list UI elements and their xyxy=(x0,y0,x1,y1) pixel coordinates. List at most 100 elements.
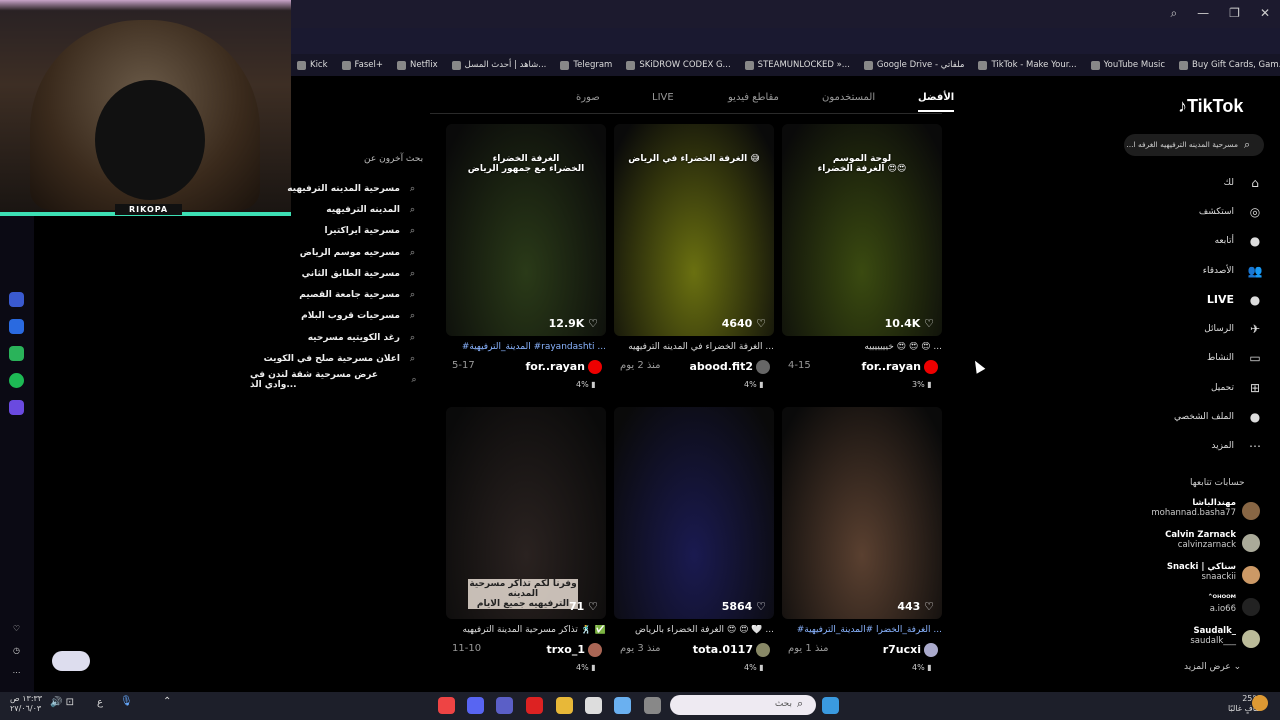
video-card[interactable]: الغرفة الخضراء في الرياض 😅 4640 ♡ الغرفة ا… xyxy=(614,124,774,389)
tray-icons[interactable]: 🔊 ⊡ xyxy=(50,697,74,708)
nav-item[interactable]: المزيد ⋯ xyxy=(1140,432,1264,461)
bookmark-item[interactable]: Netflix xyxy=(397,60,438,70)
video-date: 5-17 xyxy=(452,360,475,371)
video-author[interactable]: for..rayan xyxy=(526,360,602,374)
related-search-item[interactable]: رغد الكويتيه مسرحيه ⌕ xyxy=(250,327,420,348)
search-input[interactable]: مسرحية المدينه الترفيهيه الغرفه ا... xyxy=(1124,134,1264,156)
followed-account[interactable]: مهندالباشا mohannad.basha77 xyxy=(1120,498,1260,520)
file-explorer-icon[interactable] xyxy=(556,697,573,714)
video-author[interactable]: for..rayan xyxy=(862,360,938,374)
messenger-icon[interactable] xyxy=(9,319,24,334)
bookmark-item[interactable]: STEAMUNLOCKED »... xyxy=(744,60,850,70)
related-search-item[interactable]: المدينه الترفيهيه ⌕ xyxy=(250,199,420,220)
nav-item[interactable]: الرسائل ✈ xyxy=(1140,314,1264,343)
language-indicator[interactable]: ع xyxy=(97,697,103,708)
nav-item[interactable]: استكشف ◎ xyxy=(1140,197,1264,226)
related-search-item[interactable]: مسرحية المدينه الترفيهيه ⌕ xyxy=(250,178,420,199)
video-caption[interactable]: #المدينة_الترفيهية #rayandashti ... xyxy=(446,342,606,352)
whatsapp-icon[interactable] xyxy=(9,346,24,361)
task-view-icon[interactable] xyxy=(644,697,661,714)
bookmark-item[interactable]: Fasel+ xyxy=(341,60,383,70)
bookmark-item[interactable]: Buy Gift Cards, Gam... xyxy=(1179,60,1280,70)
related-search-item[interactable]: مسرحيه موسم الرياض ⌕ xyxy=(250,242,420,263)
bookmark-item[interactable]: شاهد | أحدث المسل... xyxy=(451,60,546,70)
tab-users[interactable]: المستخدمون xyxy=(822,92,875,103)
followed-account[interactable]: Saudalk_ saudalk___ xyxy=(1120,626,1260,648)
sidebar-tool-icon[interactable] xyxy=(9,400,24,415)
related-search-item[interactable]: اعلان مسرحية صلح في الكويت ⌕ xyxy=(250,348,420,369)
nav-item[interactable]: أتابعه ● xyxy=(1140,227,1264,256)
clock[interactable]: ١٣:٣٣ ص ٢٧/٠٦/٠٣ xyxy=(10,694,42,714)
account-handle: saudalk___ xyxy=(1190,636,1236,646)
bookmark-item[interactable]: TikTok - Make Your... xyxy=(978,60,1077,70)
video-caption[interactable]: الغرفة الخضراء بالرياض 😍 😍 🤍 ... xyxy=(614,625,774,635)
tab-top[interactable]: الأفضل xyxy=(918,92,955,112)
video-caption[interactable]: #الغرفة_الخضرا #المدينة_الترفيهية ... xyxy=(782,625,942,635)
related-search-item[interactable]: مسرحيات قروب البلام ⌕ xyxy=(250,306,420,327)
bookmark-item[interactable]: SKiDROW CODEX G... xyxy=(626,60,731,70)
mic-icon[interactable]: 🎙 xyxy=(120,696,133,707)
search-icon[interactable]: ⌕ xyxy=(1244,138,1250,152)
related-search-item[interactable]: مسرحية الطابق الثاني ⌕ xyxy=(250,263,420,284)
tiktok-logo[interactable]: ♪TikTok xyxy=(1178,96,1243,117)
video-thumbnail[interactable]: 443 ♡ xyxy=(782,407,942,619)
related-search-item[interactable]: عرض مسرحية شقة لندن في وادي الذ... ⌕ xyxy=(250,370,420,391)
tab-photos[interactable]: صورة xyxy=(576,92,600,103)
video-card[interactable]: الغرفة الخضراء الخضراء مع جمهور الرياض 12… xyxy=(446,124,606,389)
address-bar[interactable]: ⎆ ⊙ ▭ ▷ ♡ ♡ ⇩ ≡ ⚲ ⛨ ● ● ● ● ● ● ● ● ● ● … xyxy=(290,28,1280,74)
video-card[interactable]: 443 ♡ #الغرفة_الخضرا #المدينة_الترفيهية .… xyxy=(782,407,942,672)
related-search-item[interactable]: مسرحية جامعة القصيم ⌕ xyxy=(250,284,420,305)
video-caption[interactable]: الغرفة الخضراء في المدينه الترفيهيه ... xyxy=(614,342,774,352)
nav-item[interactable]: تحميل ⊞ xyxy=(1140,373,1264,402)
video-thumbnail[interactable]: الغرفة الخضراء الخضراء مع جمهور الرياض 12… xyxy=(446,124,606,336)
history-icon[interactable]: ◷ xyxy=(9,643,24,658)
see-more-link[interactable]: عرض المزيد ⌄ xyxy=(1184,662,1241,672)
bookmark-item[interactable]: Google Drive - ملفاتي xyxy=(863,60,964,70)
minimize-button[interactable]: — xyxy=(1197,6,1209,21)
video-thumbnail[interactable]: لوحة الموسم الغرفة الخضراء 😍😍 10.4K ♡ xyxy=(782,124,942,336)
nav-item[interactable]: النشاط ▭ xyxy=(1140,344,1264,373)
taskbar-search[interactable]: بحث xyxy=(670,695,816,715)
video-thumbnail[interactable]: 5864 ♡ xyxy=(614,407,774,619)
video-author[interactable]: abood.fit2 xyxy=(689,360,770,374)
video-card[interactable]: وفرنا لكم تذاكر مسرحية المدينه الترفيهيه… xyxy=(446,407,606,672)
close-button[interactable]: ✕ xyxy=(1260,6,1270,21)
more-icon[interactable]: ⋯ xyxy=(9,665,24,680)
followed-account[interactable]: Calvin Zarnack calvinzarnack xyxy=(1120,530,1260,552)
video-thumbnail[interactable]: الغرفة الخضراء في الرياض 😅 4640 ♡ xyxy=(614,124,774,336)
windows-start-icon[interactable] xyxy=(822,697,839,714)
tab-videos[interactable]: مقاطع فيديو xyxy=(728,92,779,103)
teams-icon[interactable] xyxy=(496,697,513,714)
discord-icon[interactable] xyxy=(467,697,484,714)
taskbar-app-icon[interactable] xyxy=(438,697,455,714)
video-card[interactable]: لوحة الموسم الغرفة الخضراء 😍😍 10.4K ♡ خييي… xyxy=(782,124,942,389)
tab-live[interactable]: LIVE xyxy=(652,92,674,103)
video-card[interactable]: 5864 ♡ الغرفة الخضراء بالرياض 😍 😍 🤍 ... من… xyxy=(614,407,774,672)
copilot-icon[interactable] xyxy=(614,697,631,714)
nav-item[interactable]: الملف الشخصي ● xyxy=(1140,402,1264,431)
opera-icon[interactable] xyxy=(526,697,543,714)
store-icon[interactable] xyxy=(585,697,602,714)
restore-button[interactable]: ❐ xyxy=(1229,6,1240,21)
video-author[interactable]: trxo_1 xyxy=(547,643,602,657)
nav-item[interactable]: الأصدقاء 👥 xyxy=(1140,256,1264,285)
followed-account[interactable]: Snacki | سناكي snaackii xyxy=(1120,562,1260,584)
bookmark-item[interactable]: Telegram xyxy=(560,60,612,70)
spotify-icon[interactable] xyxy=(9,373,24,388)
bookmark-item[interactable]: YouTube Music xyxy=(1090,60,1165,70)
video-caption[interactable]: خيييييييه 😍 😍 😍 ... xyxy=(782,342,942,352)
video-author[interactable]: tota.0117 xyxy=(693,643,770,657)
nav-item[interactable]: LIVE ● xyxy=(1140,285,1264,314)
related-search-item[interactable]: مسرحية ايراكتيرا ⌕ xyxy=(250,221,420,242)
video-author[interactable]: r7ucxi xyxy=(883,643,938,657)
video-caption[interactable]: تذاكر مسرحية المدينة الترفيهيه 🕺 ✅ xyxy=(446,625,606,635)
media-control[interactable] xyxy=(52,651,90,671)
heart-icon[interactable]: ♡ xyxy=(9,621,24,636)
nav-item[interactable]: لك ⌂ xyxy=(1140,168,1264,197)
video-thumbnail[interactable]: وفرنا لكم تذاكر مسرحية المدينه الترفيهيه… xyxy=(446,407,606,619)
sidebar-app-icon[interactable] xyxy=(9,292,24,307)
chevron-up-icon[interactable]: ⌃ xyxy=(163,696,171,707)
search-icon[interactable]: ⌕ xyxy=(1170,6,1177,21)
followed-account[interactable]: ˆᴼᴴᴼᴼᴹ a.io66 xyxy=(1120,594,1260,616)
bookmark-item[interactable]: Kick xyxy=(297,60,328,70)
